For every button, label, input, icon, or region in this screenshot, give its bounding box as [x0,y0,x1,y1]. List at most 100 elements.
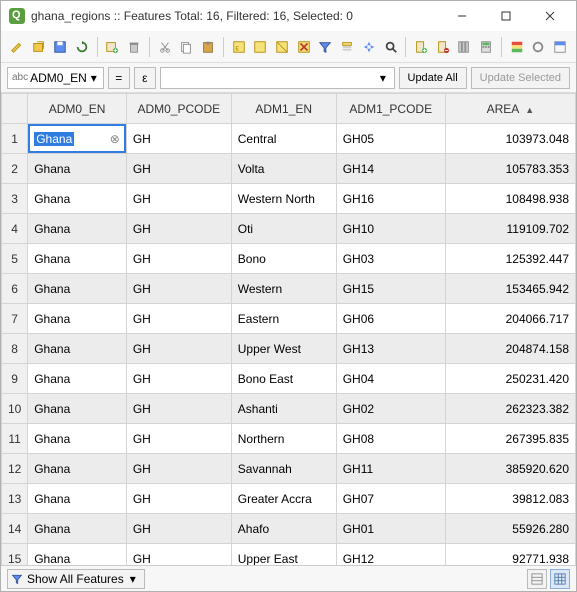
row-header[interactable]: 6 [2,274,28,304]
table-row[interactable]: 6GhanaGHWesternGH15153465.942 [2,274,576,304]
table-row[interactable]: 5GhanaGHBonoGH03125392.447 [2,244,576,274]
cell[interactable]: Bono East [231,364,336,394]
cell[interactable]: GH [126,514,231,544]
attribute-grid[interactable]: ADM0_EN ADM0_PCODE ADM1_EN ADM1_PCODE AR… [1,93,576,565]
row-header[interactable]: 4 [2,214,28,244]
row-header[interactable]: 2 [2,154,28,184]
filter-selection-button[interactable] [316,36,336,58]
cell[interactable]: GH14 [336,154,445,184]
cell[interactable]: GH [126,214,231,244]
cell[interactable]: 108498.938 [445,184,575,214]
dock-button[interactable] [550,36,570,58]
cell[interactable]: 385920.620 [445,454,575,484]
column-header[interactable]: ADM0_PCODE [126,94,231,124]
editing-cell[interactable]: Ghana⊗ [28,124,127,154]
cell[interactable]: GH [126,424,231,454]
deselect-all-button[interactable] [294,36,314,58]
column-header[interactable]: ADM0_EN [28,94,127,124]
cell[interactable]: Central [231,124,336,154]
cell[interactable]: 39812.083 [445,484,575,514]
table-row[interactable]: 15GhanaGHUpper EastGH1292771.938 [2,544,576,566]
cell[interactable]: 153465.942 [445,274,575,304]
cell[interactable]: GH [126,154,231,184]
pan-to-selected-button[interactable] [359,36,379,58]
table-row[interactable]: 9GhanaGHBono EastGH04250231.420 [2,364,576,394]
add-feature-button[interactable] [103,36,123,58]
cell[interactable]: GH [126,394,231,424]
cell[interactable]: Ghana [28,514,127,544]
chevron-down-icon[interactable]: ▾ [376,71,389,85]
cell[interactable]: GH10 [336,214,445,244]
cell[interactable]: 92771.938 [445,544,575,566]
save-edits-button[interactable] [50,36,70,58]
cell[interactable]: Western North [231,184,336,214]
actions-button[interactable] [529,36,549,58]
row-header[interactable]: 14 [2,514,28,544]
cell[interactable]: 105783.353 [445,154,575,184]
cell[interactable]: GH11 [336,454,445,484]
cell[interactable]: Eastern [231,304,336,334]
cell[interactable]: 55926.280 [445,514,575,544]
table-row[interactable]: 7GhanaGHEasternGH06204066.717 [2,304,576,334]
table-row[interactable]: 11GhanaGHNorthernGH08267395.835 [2,424,576,454]
cell[interactable]: GH [126,274,231,304]
cell[interactable]: Ghana [28,454,127,484]
cell[interactable]: Ghana [28,394,127,424]
table-row[interactable]: 4GhanaGHOtiGH10119109.702 [2,214,576,244]
clear-icon[interactable]: ⊗ [110,132,120,146]
cell[interactable]: GH01 [336,514,445,544]
cell[interactable]: GH [126,454,231,484]
row-header[interactable]: 10 [2,394,28,424]
invert-selection-button[interactable] [272,36,292,58]
close-button[interactable] [528,2,572,30]
cell[interactable]: Ghana [28,364,127,394]
cell[interactable]: Ghana [28,154,127,184]
table-row[interactable]: 14GhanaGHAhafoGH0155926.280 [2,514,576,544]
cell[interactable]: GH07 [336,484,445,514]
expression-input[interactable] [165,70,377,86]
row-header[interactable]: 8 [2,334,28,364]
table-row[interactable]: 10GhanaGHAshantiGH02262323.382 [2,394,576,424]
cell[interactable]: GH [126,334,231,364]
cell[interactable]: GH [126,244,231,274]
field-calculator-button[interactable] [476,36,496,58]
table-view-button[interactable] [550,569,570,589]
cell[interactable]: GH12 [336,544,445,566]
cell[interactable]: GH06 [336,304,445,334]
cell[interactable]: GH05 [336,124,445,154]
cell[interactable]: Ashanti [231,394,336,424]
cell[interactable]: GH15 [336,274,445,304]
cell[interactable]: Ghana [28,544,127,566]
cell[interactable]: Ghana [28,214,127,244]
minimize-button[interactable] [440,2,484,30]
column-header[interactable]: ADM1_PCODE [336,94,445,124]
column-header-sorted[interactable]: AREA [445,94,575,124]
cell[interactable]: Savannah [231,454,336,484]
cut-button[interactable] [155,36,175,58]
cell[interactable]: 103973.048 [445,124,575,154]
move-selection-top-button[interactable] [337,36,357,58]
cell[interactable]: GH08 [336,424,445,454]
cell[interactable]: GH [126,184,231,214]
cell[interactable]: 262323.382 [445,394,575,424]
row-header[interactable]: 12 [2,454,28,484]
row-header[interactable]: 3 [2,184,28,214]
row-header[interactable]: 5 [2,244,28,274]
form-view-button[interactable] [527,569,547,589]
conditional-formatting-button[interactable] [507,36,527,58]
update-all-button[interactable]: Update All [399,67,467,89]
reload-button[interactable] [72,36,92,58]
table-row[interactable]: 1Ghana⊗GHCentralGH05103973.048 [2,124,576,154]
cell[interactable]: Upper East [231,544,336,566]
cell[interactable]: Volta [231,154,336,184]
row-header[interactable]: 11 [2,424,28,454]
cell[interactable]: GH02 [336,394,445,424]
field-selector[interactable]: abc ADM0_EN ▾ [7,67,104,89]
copy-button[interactable] [177,36,197,58]
new-field-button[interactable] [411,36,431,58]
toggle-editing-button[interactable] [7,36,27,58]
cell[interactable]: Ghana [28,424,127,454]
cell[interactable]: GH [126,124,231,154]
table-row[interactable]: 12GhanaGHSavannahGH11385920.620 [2,454,576,484]
cell[interactable]: Ghana [28,304,127,334]
